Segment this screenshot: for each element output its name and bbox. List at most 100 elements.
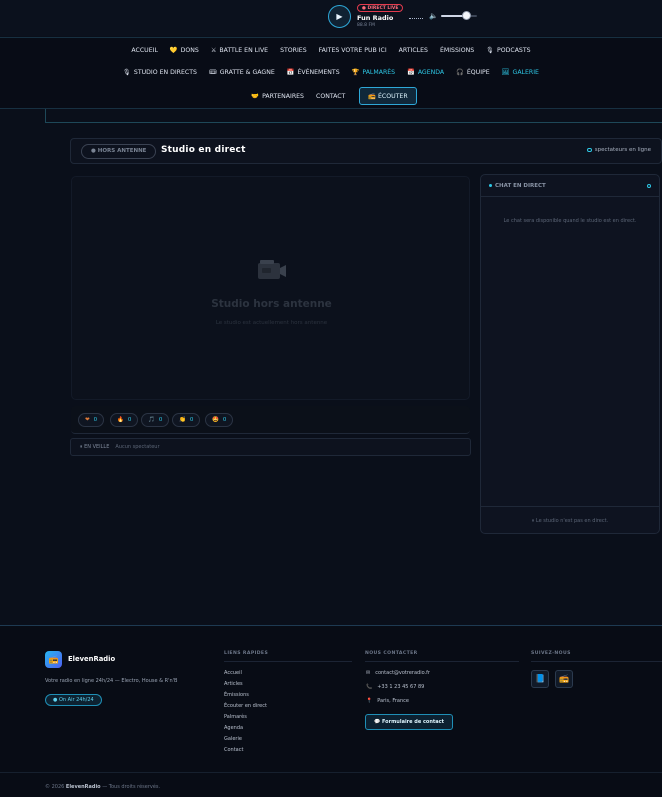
reaction-fire-button[interactable]: 🔥 0 [110,413,139,427]
reaction-heart-button[interactable]: ❤ 0 [78,413,105,427]
reaction-music-button[interactable]: 🎵 0 [141,413,170,427]
on-air-badge: ● On Air 24h/24 [45,694,102,706]
radio-logo-icon: 📻 [45,651,62,668]
footer-link-accueil[interactable]: Accueil [224,670,242,676]
footer-link-emissions[interactable]: Émissions [224,692,249,698]
mail-icon: ✉ [366,670,371,676]
social-heading: SUIVEZ-NOUS [531,651,571,656]
star-eyes-icon: 🤩 [212,417,219,423]
nav-icon-agenda-icon: 📅 [407,69,415,76]
reaction-star-eyes-button[interactable]: 🤩 0 [205,413,234,427]
volume-icon[interactable]: 🔈 [429,12,438,20]
live-dot-icon [489,184,492,187]
video-camera-icon [258,260,286,279]
nav-item-label: GRATTE & GAGNE [219,69,275,76]
nav-item-galerie[interactable]: 🖼 GALERIE [502,68,539,76]
nav-item-battle-en-live[interactable]: ⚔ BATTLE EN LIVE [211,47,268,54]
listen-button[interactable]: 📻 ÉCOUTER [359,87,417,105]
nav-item-stories[interactable]: STORIES [280,47,307,54]
contact-item[interactable]: 📞 +33 1 23 45 67 89 [366,684,424,690]
page-title: Studio en direct [161,145,246,155]
divider-strip [45,109,662,123]
nav-item-label: STUDIO EN DIRECTS [133,69,197,76]
nav-item-podcasts[interactable]: 🎙 PODCASTS [486,46,530,54]
nav-icon-evenements-icon: 📅 [286,69,295,76]
video-player[interactable]: Studio hors antenne Le studio est actuel… [71,176,470,400]
contact-item[interactable]: ✉ contact@votreradio.fr [366,670,430,676]
nav-item-gratte-gagne[interactable]: 🎟 GRATTE & GAGNE [209,68,275,76]
nav-item-label: BATTLE EN LIVE [219,46,269,54]
chat-footer: ⏸ Le studio n'est pas en direct. [481,506,659,534]
phone-icon: 📞 [366,684,373,690]
nav-item-studio-en-directs[interactable]: 🎙 STUDIO EN DIRECTS [123,68,197,76]
reaction-count: 0 [127,417,132,423]
site-footer: 📻 ElevenRadio Votre radio en ligne 24h/2… [0,625,662,797]
nav-item-label: AGENDA [417,69,445,76]
status-badge: ● HORS ANTENNE [81,144,157,159]
footer-tagline: Votre radio en ligne 24h/24 — Electro, H… [45,678,178,684]
play-icon: ▶ [336,12,343,21]
nav-icon-gratte-gagne-icon: 🎟 [208,69,217,76]
nav-item-faites-votre-pub-ici[interactable]: FAITES VOTRE PUB ICI [319,47,387,54]
nav-row-2: 🎙 STUDIO EN DIRECTS 🎟 GRATTE & GAGNE 📅 ÉVÉNEM… [0,68,662,76]
nav-item-contact[interactable]: CONTACT [316,93,345,100]
footer-link-agenda[interactable]: Agenda [224,725,243,731]
chat-header: CHAT EN DIRECT [481,175,659,197]
nav-icon-dons-icon: 💛 [169,47,178,54]
contact-divider [365,661,519,662]
equalizer-icon [409,18,423,20]
live-chat-panel: CHAT EN DIRECT Le chat sera disponible q… [480,174,660,534]
station-frequency: 88.8 FM [357,23,375,28]
volume-knob[interactable] [462,11,471,20]
reaction-count: 0 [93,417,98,423]
reaction-clap-button[interactable]: 👏 0 [172,413,201,427]
contact-text: +33 1 23 45 67 89 [377,684,425,690]
footer-link-articles[interactable]: Articles [224,681,243,687]
location-pin-icon: 📍 [366,698,373,704]
contact-text: Paris, France [377,698,409,704]
nav-item-evenements[interactable]: 📅 ÉVÉNEMENTS [287,68,340,76]
social-link-facebook[interactable]: 📘 [531,670,549,688]
clap-icon: 👏 [179,417,186,423]
chat-title: CHAT EN DIRECT [489,183,546,189]
idle-label: ⏸ EN VEILLE [80,444,110,450]
volume-slider[interactable] [441,15,477,17]
copyright: © 2026 ElevenRadio — Tous droits réservé… [45,784,160,790]
nav-icon-equipe-icon: 🎧 [456,69,464,76]
idle-text: Aucun spectateur [115,444,160,450]
music-icon: 🎵 [148,417,155,423]
nav-item-emissions[interactable]: ÉMISSIONS [440,47,474,54]
nav-item-agenda[interactable]: 📅 AGENDA [407,68,444,76]
nav-item-label: CONTACT [316,92,346,100]
nav-item-accueil[interactable]: ACCUEIL [131,47,157,54]
nav-item-label: ÉMISSIONS [439,46,475,54]
chat-status-icon [647,184,651,188]
nav-item-articles[interactable]: ARTICLES [399,47,428,54]
links-divider [224,661,352,662]
nav-icon-battle-en-live-icon: ⚔ [210,46,217,54]
contact-form-button[interactable]: 💬 Formulaire de contact [365,714,454,730]
radio-player: ▶ ● DIRECT LIVE Fun Radio 88.8 FM 🔈 [0,0,662,36]
play-button[interactable]: ▶ [328,5,351,28]
nav-item-equipe[interactable]: 🎧 ÉQUIPE [456,68,490,76]
footer-link-contact[interactable]: Contact [224,747,243,753]
reaction-count: 0 [222,417,227,423]
viewers-icon [586,147,592,152]
reaction-count: 0 [189,417,194,423]
reaction-count: 0 [158,417,163,423]
nav-item-label: ÉVÉNEMENTS [297,69,340,76]
nav-item-partenaires[interactable]: 🤝 PARTENAIRES [251,92,304,100]
nav-item-label: PALMARÈS [362,69,396,76]
studio-header: ● HORS ANTENNE Studio en direct spectate… [70,138,662,164]
contact-item: 📍 Paris, France [366,698,409,704]
nav-item-palmares[interactable]: 🏆 PALMARÈS [352,68,395,76]
nav-item-dons[interactable]: 💛 DONS [170,46,199,54]
footer-link-ecouter-en-direct[interactable]: Écouter en direct [224,703,267,709]
footer-link-palmares[interactable]: Palmarès [224,714,247,720]
nav-row-3: 🤝 PARTENAIRES CONTACT 📻 ÉCOUTER [0,87,662,105]
copyright-suffix: — Tous droits réservés. [102,784,161,790]
social-link-radio[interactable]: 📻 [555,670,573,688]
footer-link-galerie[interactable]: Galerie [224,736,242,742]
viewer-count-label: spectateurs en ligne [594,147,651,153]
copyright-brand: ElevenRadio [65,784,101,790]
